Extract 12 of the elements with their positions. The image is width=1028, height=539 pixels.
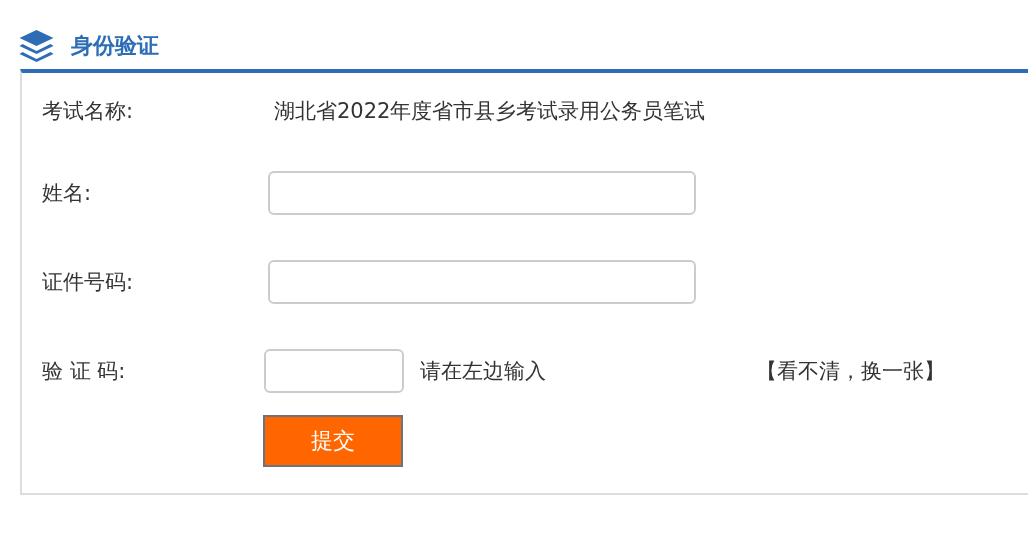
refresh-captcha-link[interactable]: 【看不清，换一张】 [756, 356, 945, 385]
layers-icon [18, 29, 55, 63]
captcha-field[interactable] [264, 348, 404, 393]
input-field[interactable] [268, 259, 696, 304]
field-label: 姓名: [42, 179, 93, 207]
captcha-hint: 请在左边输入 [420, 357, 547, 385]
input-field[interactable] [268, 170, 696, 215]
exam-name: 湖北省2022年度省市县乡考试录用公务员笔试 [274, 97, 706, 125]
field-label: 验 证 码: [42, 357, 127, 385]
field-label: 证件号码: [42, 268, 135, 296]
section-title: 身份验证 [71, 32, 159, 60]
field-label: 考试名称: [42, 97, 135, 125]
